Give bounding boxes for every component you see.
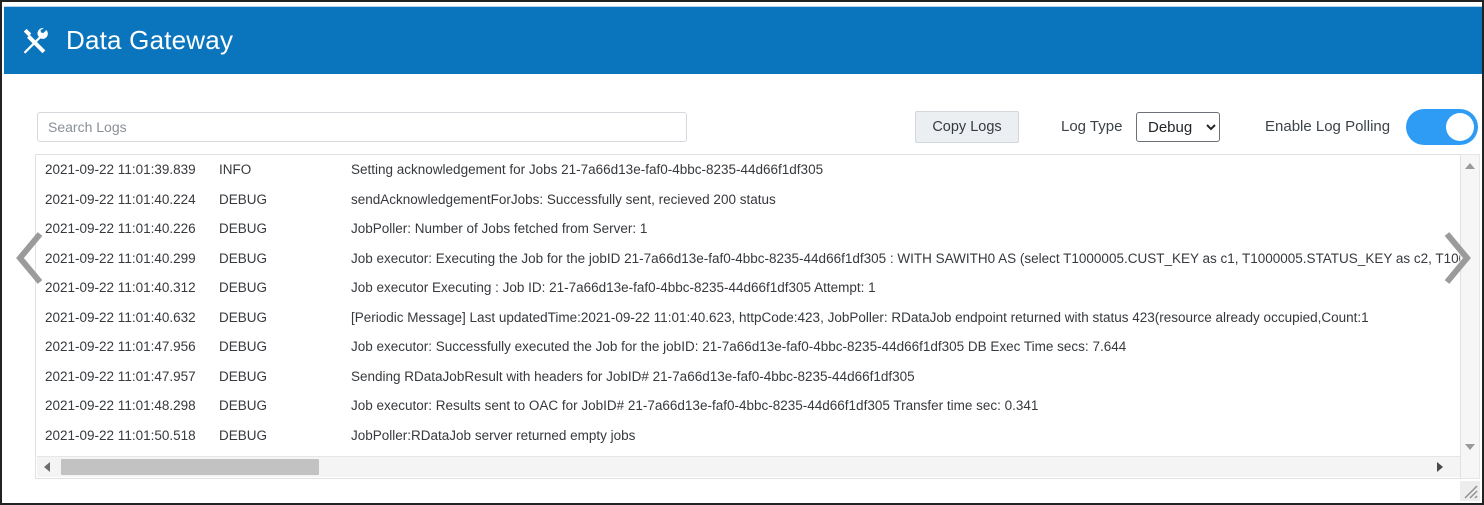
- log-message: Setting acknowledgement for Jobs 21-7a66…: [351, 162, 824, 178]
- log-timestamp: 2021-09-22 11:01:48.298: [45, 398, 196, 414]
- table-row[interactable]: 2021-09-22 11:01:50.518 DEBUG JobPoller:RD…: [36, 421, 1462, 451]
- table-row[interactable]: 2021-09-22 11:01:40.226 DEBUG JobPoller: N…: [36, 214, 1462, 244]
- log-type-select[interactable]: Debug: [1136, 112, 1220, 142]
- chevron-left-icon: [16, 232, 43, 284]
- table-row[interactable]: 2021-09-22 11:01:40.224 DEBUG sendAcknowle…: [36, 185, 1462, 215]
- table-row[interactable]: 2021-09-22 11:01:47.956 DEBUG Job executor…: [36, 332, 1462, 362]
- log-timestamp: 2021-09-22 11:01:50.518: [45, 427, 196, 443]
- log-message: Job executor: Executing the Job for the …: [351, 250, 1462, 266]
- table-row[interactable]: 2021-09-22 11:01:48.298 DEBUG Job executor…: [36, 391, 1462, 421]
- vertical-scrollbar[interactable]: [1460, 154, 1480, 479]
- log-message: Sending RDataJobResult with headers for …: [351, 368, 915, 384]
- data-gateway-window: Data Gateway Copy Logs Log Type Debug En…: [0, 0, 1484, 505]
- scroll-right-arrow-icon[interactable]: [1430, 457, 1450, 477]
- log-message: JobPoller: Number of Jobs fetched from S…: [351, 221, 648, 237]
- log-timestamp: 2021-09-22 11:01:40.632: [45, 309, 196, 325]
- scroll-up-arrow-icon[interactable]: [1461, 157, 1479, 175]
- log-timestamp: 2021-09-22 11:01:40.224: [45, 191, 196, 207]
- log-message: sendAcknowledgementForJobs: Successfully…: [351, 191, 776, 207]
- log-level: DEBUG: [219, 280, 268, 296]
- page-title: Data Gateway: [66, 25, 234, 55]
- log-message: Job executor Executing : Job ID: 21-7a66…: [351, 280, 876, 296]
- scroll-left-arrow-icon[interactable]: [37, 457, 57, 477]
- horizontal-scroll-thumb[interactable]: [61, 459, 319, 475]
- log-level: INFO: [219, 162, 252, 178]
- log-level: DEBUG: [219, 368, 268, 384]
- log-level: DEBUG: [219, 427, 268, 443]
- scroll-down-arrow-icon[interactable]: [1461, 438, 1479, 456]
- log-message: JobPoller:RDataJob server returned empty…: [351, 427, 636, 443]
- log-timestamp: 2021-09-22 11:01:40.312: [45, 280, 196, 296]
- table-row[interactable]: 2021-09-22 11:01:47.957 DEBUG Sending RDat…: [36, 362, 1462, 392]
- search-input[interactable]: [37, 112, 687, 142]
- log-level: DEBUG: [219, 191, 268, 207]
- log-panel: 2021-09-22 11:01:39.839 INFO Setting ackno…: [35, 154, 1462, 479]
- table-row[interactable]: 2021-09-22 11:01:40.299 DEBUG Job executor…: [36, 244, 1462, 274]
- log-timestamp: 2021-09-22 11:01:39.839: [45, 162, 196, 178]
- table-row[interactable]: 2021-09-22 11:01:40.312 DEBUG Job executor…: [36, 273, 1462, 303]
- log-list[interactable]: 2021-09-22 11:01:39.839 INFO Setting ackno…: [36, 155, 1462, 458]
- log-level: DEBUG: [219, 250, 268, 266]
- chevron-right-icon: [1444, 232, 1471, 284]
- log-timestamp: 2021-09-22 11:01:47.957: [45, 368, 196, 384]
- log-level: DEBUG: [219, 339, 268, 355]
- horizontal-scrollbar[interactable]: [37, 456, 1462, 477]
- tools-icon: [23, 27, 48, 54]
- resize-grip-icon[interactable]: [1460, 481, 1480, 501]
- next-page-chevron[interactable]: [1439, 230, 1473, 286]
- previous-page-chevron[interactable]: [14, 230, 48, 286]
- enable-log-polling-label: Enable Log Polling: [1265, 118, 1391, 135]
- table-row[interactable]: 2021-09-22 11:01:40.632 DEBUG [Periodic Me…: [36, 303, 1462, 333]
- log-timestamp: 2021-09-22 11:01:40.299: [45, 250, 196, 266]
- log-message: Job executor: Results sent to OAC for Jo…: [351, 398, 1039, 414]
- log-level: DEBUG: [219, 309, 268, 325]
- copy-logs-button[interactable]: Copy Logs: [915, 111, 1019, 143]
- log-timestamp: 2021-09-22 11:01:40.226: [45, 221, 196, 237]
- toggle-knob: [1446, 113, 1474, 141]
- app-header: Data Gateway: [4, 6, 1482, 74]
- log-level: DEBUG: [219, 398, 268, 414]
- log-message: [Periodic Message] Last updatedTime:2021…: [351, 309, 1369, 325]
- log-timestamp: 2021-09-22 11:01:47.956: [45, 339, 196, 355]
- log-type-label: Log Type: [1061, 118, 1123, 135]
- log-level: DEBUG: [219, 221, 268, 237]
- log-message: Job executor: Successfully executed the …: [351, 339, 1127, 355]
- enable-log-polling-toggle[interactable]: [1406, 109, 1478, 145]
- table-row[interactable]: 2021-09-22 11:01:39.839 INFO Setting ackno…: [36, 155, 1462, 185]
